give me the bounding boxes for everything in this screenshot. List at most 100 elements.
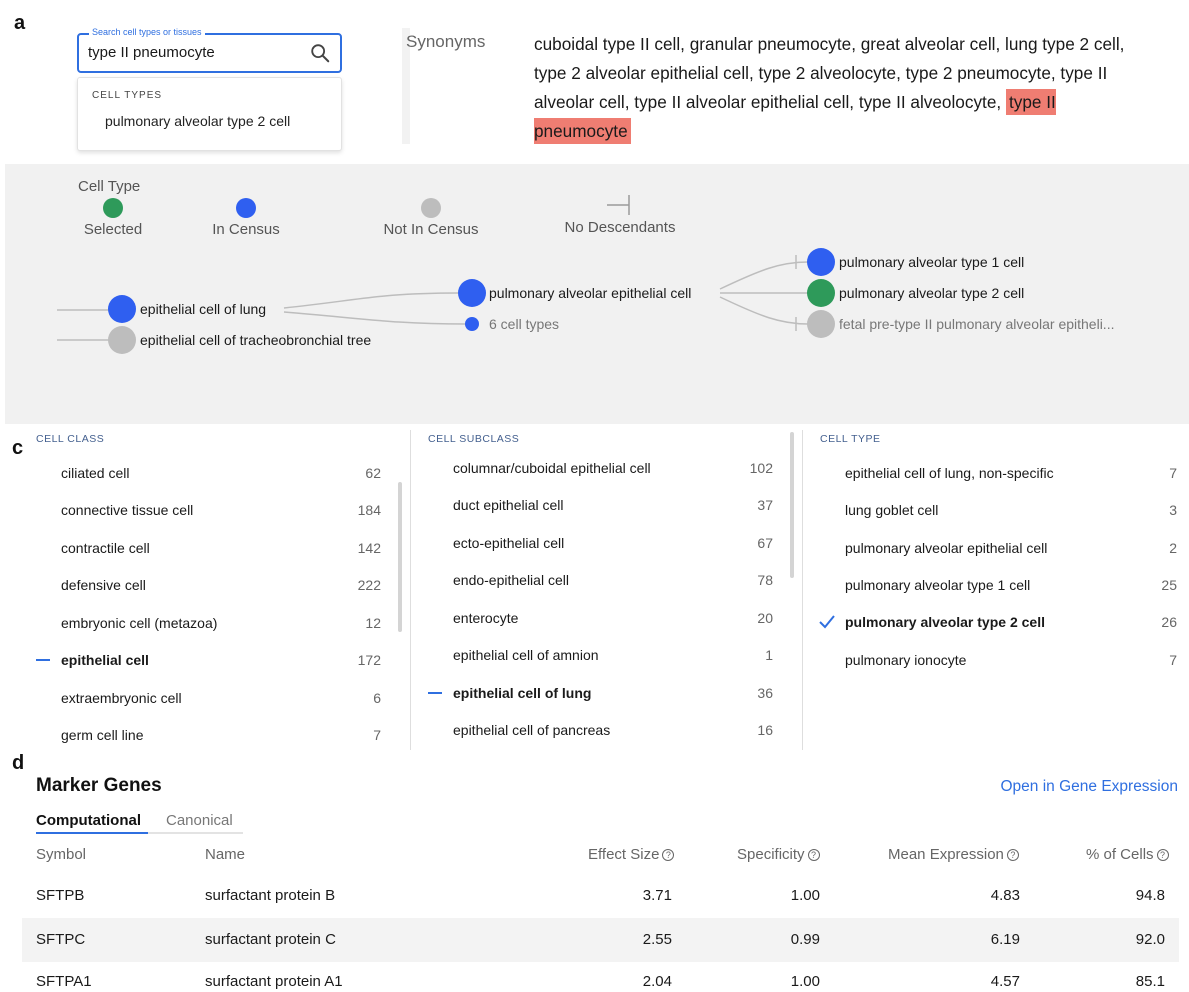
list-item-count: 1 xyxy=(765,647,773,663)
column-divider xyxy=(410,430,411,750)
list-item-count: 184 xyxy=(357,502,381,518)
node-alveolar-type-2[interactable] xyxy=(807,279,835,307)
list-item[interactable]: epithelial cell of pancreas xyxy=(453,722,610,738)
column-header-effect-size[interactable]: Effect Size? xyxy=(588,846,675,863)
list-item-count: 25 xyxy=(1161,577,1177,593)
list-item-count: 7 xyxy=(1169,465,1177,481)
node-fetal-pre-type-ii[interactable] xyxy=(807,310,835,338)
table-row[interactable]: SFTPC surfactant protein C 2.55 0.99 6.1… xyxy=(22,918,1179,962)
tree-label-collapsed-cell-types[interactable]: 6 cell types xyxy=(489,316,559,332)
list-item-count: 7 xyxy=(1169,652,1177,668)
column-header-symbol: Symbol xyxy=(36,846,87,863)
list-item-count: 62 xyxy=(365,465,381,481)
tree-label-epithelial-cell-of-lung[interactable]: epithelial cell of lung xyxy=(140,301,266,317)
list-item-count: 36 xyxy=(757,685,773,701)
list-item-count: 6 xyxy=(373,690,381,706)
node-epithelial-cell-of-lung[interactable] xyxy=(108,295,136,323)
list-item-count: 3 xyxy=(1169,502,1177,518)
mean-expression-value: 4.83 xyxy=(990,887,1020,904)
effect-size-value: 2.55 xyxy=(642,931,672,948)
marker-genes-title: Marker Genes xyxy=(36,775,162,796)
cell-class-scrollbar[interactable] xyxy=(398,482,402,632)
table-row[interactable]: SFTPA1 surfactant protein A1 2.04 1.00 4… xyxy=(22,960,1179,992)
list-item[interactable]: duct epithelial cell xyxy=(453,497,564,513)
tab-computational[interactable]: Computational xyxy=(36,812,141,829)
cell-subclass-scrollbar[interactable] xyxy=(790,432,794,578)
column-header-specificity[interactable]: Specificity? xyxy=(737,846,820,863)
list-item[interactable]: connective tissue cell xyxy=(61,502,193,518)
list-item-count: 2 xyxy=(1169,540,1177,556)
list-item-count: 26 xyxy=(1161,614,1177,630)
list-item[interactable]: epithelial cell of amnion xyxy=(453,647,599,663)
mean-expression-value: 4.57 xyxy=(990,973,1020,990)
list-item-count: 222 xyxy=(357,577,381,593)
list-item[interactable]: embryonic cell (metazoa) xyxy=(61,615,217,631)
tree-label-pulmonary-alveolar-epithelial-cell[interactable]: pulmonary alveolar epithelial cell xyxy=(489,285,691,301)
list-item[interactable]: ciliated cell xyxy=(61,465,129,481)
column-header-mean-expression[interactable]: Mean Expression? xyxy=(888,846,1019,863)
tree-label-alveolar-type-2[interactable]: pulmonary alveolar type 2 cell xyxy=(839,285,1024,301)
expanded-indicator-icon xyxy=(428,692,442,694)
gene-name: surfactant protein C xyxy=(205,931,336,948)
list-item-count: 12 xyxy=(365,615,381,631)
effect-size-value: 3.71 xyxy=(642,887,672,904)
list-item-count: 142 xyxy=(357,540,381,556)
list-item[interactable]: defensive cell xyxy=(61,577,146,593)
gene-symbol: SFTPB xyxy=(36,887,85,904)
gene-symbol: SFTPA1 xyxy=(36,973,92,990)
expanded-indicator-icon xyxy=(36,659,50,661)
info-icon[interactable]: ? xyxy=(1156,849,1169,861)
pct-cells-value: 92.0 xyxy=(1135,931,1165,948)
open-in-gene-expression-link[interactable]: Open in Gene Expression xyxy=(1001,778,1179,796)
node-alveolar-type-1[interactable] xyxy=(807,248,835,276)
specificity-value: 0.99 xyxy=(790,931,820,948)
column-header-label: Mean Expression xyxy=(888,846,1004,863)
gene-name: surfactant protein B xyxy=(205,887,336,904)
pct-cells-value: 85.1 xyxy=(1135,973,1165,990)
list-item[interactable]: pulmonary alveolar epithelial cell xyxy=(845,540,1047,556)
info-icon[interactable]: ? xyxy=(807,849,820,861)
info-icon[interactable]: ? xyxy=(662,849,675,861)
list-item-count: 67 xyxy=(757,535,773,551)
list-item[interactable]: enterocyte xyxy=(453,610,518,626)
list-item-expanded[interactable]: epithelial cell of lung xyxy=(453,685,591,701)
list-item[interactable]: epithelial cell of lung, non-specific xyxy=(845,465,1054,481)
column-header-pct-cells[interactable]: % of Cells? xyxy=(1086,846,1169,863)
marker-gene-tabs: Computational Canonical xyxy=(36,812,243,834)
list-item[interactable]: ecto-epithelial cell xyxy=(453,535,564,551)
list-item-count: 78 xyxy=(757,572,773,588)
tree-label-tracheobronchial-tree[interactable]: epithelial cell of tracheobronchial tree xyxy=(140,332,371,348)
list-item-count: 20 xyxy=(757,610,773,626)
tree-label-alveolar-type-1[interactable]: pulmonary alveolar type 1 cell xyxy=(839,254,1024,270)
panel-letter-c: c xyxy=(12,437,24,459)
specificity-value: 1.00 xyxy=(790,973,820,990)
info-icon[interactable]: ? xyxy=(1006,849,1019,861)
column-header-name: Name xyxy=(205,846,246,863)
list-item[interactable]: pulmonary alveolar type 1 cell xyxy=(845,577,1030,593)
tree-label-fetal-pre-type-ii[interactable]: fetal pre-type II pulmonary alveolar epi… xyxy=(839,316,1114,332)
list-item-selected[interactable]: pulmonary alveolar type 2 cell xyxy=(845,614,1045,630)
list-item[interactable]: endo-epithelial cell xyxy=(453,572,569,588)
list-item-expanded[interactable]: epithelial cell xyxy=(61,652,149,668)
node-collapsed-cell-types[interactable] xyxy=(465,317,479,331)
column-header-label: Effect Size xyxy=(588,846,660,863)
active-tab-indicator xyxy=(36,832,148,834)
pct-cells-value: 94.8 xyxy=(1135,887,1165,904)
list-item[interactable]: columnar/cuboidal epithelial cell xyxy=(453,460,651,476)
list-item[interactable]: germ cell line xyxy=(61,727,143,743)
panel-letter-d: d xyxy=(12,752,25,774)
node-tracheobronchial-tree[interactable] xyxy=(108,326,136,354)
column-header-label: Specificity xyxy=(737,846,805,863)
list-item-count: 16 xyxy=(757,722,773,738)
list-item[interactable]: contractile cell xyxy=(61,540,150,556)
list-item[interactable]: extraembryonic cell xyxy=(61,690,182,706)
mean-expression-value: 6.19 xyxy=(990,931,1020,948)
list-item[interactable]: pulmonary ionocyte xyxy=(845,652,966,668)
list-item[interactable]: lung goblet cell xyxy=(845,502,938,518)
effect-size-value: 2.04 xyxy=(642,973,672,990)
gene-name: surfactant protein A1 xyxy=(205,973,343,990)
node-pulmonary-alveolar-epithelial-cell[interactable] xyxy=(458,279,486,307)
table-row[interactable]: SFTPB surfactant protein B 3.71 1.00 4.8… xyxy=(22,874,1179,918)
ontology-tree-links xyxy=(57,248,835,354)
tab-canonical[interactable]: Canonical xyxy=(166,812,233,829)
